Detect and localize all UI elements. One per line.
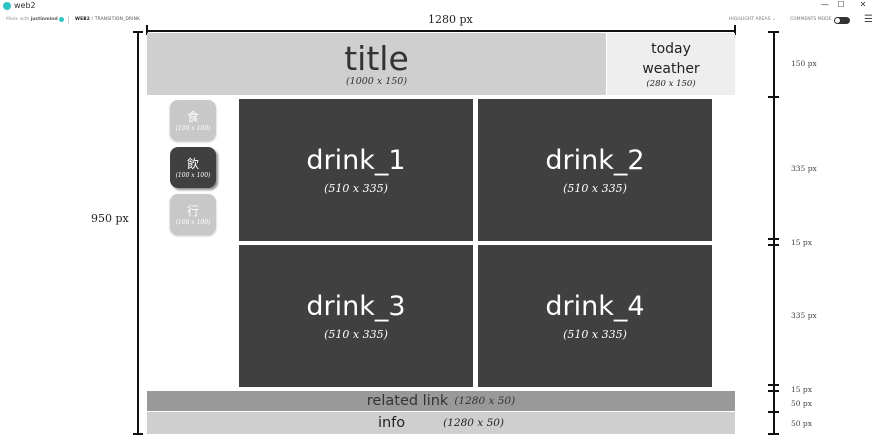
right-dimension-line	[773, 31, 775, 435]
maximize-button[interactable]: ☐	[834, 0, 848, 9]
menu-icon[interactable]: ☰	[864, 15, 873, 25]
title-area: title (1000 x 150)	[147, 33, 606, 95]
nav-food-size: (100 x 100)	[175, 125, 211, 132]
toolbar-divider	[68, 16, 69, 24]
height-dimension-tick-top	[133, 31, 143, 33]
nav-drink-label: 飲	[186, 157, 199, 171]
app-title: web2	[14, 1, 36, 10]
right-tick	[768, 411, 779, 413]
row1-height-label: 335 px	[791, 164, 817, 173]
related-link-bar[interactable]: related link (1280 x 50)	[147, 391, 735, 411]
title-size-label: (1000 x 150)	[345, 75, 408, 87]
right-tick	[768, 31, 779, 33]
drink-2-name: drink_2	[545, 144, 645, 176]
comments-mode-toggle[interactable]	[834, 17, 850, 24]
minimize-button[interactable]: —	[818, 0, 832, 9]
right-tick	[768, 238, 779, 240]
page-title: title	[344, 38, 409, 78]
app-logo-icon	[3, 2, 11, 10]
drink-1-card[interactable]: drink_1 (510 x 335)	[239, 99, 473, 241]
nav-food-button[interactable]: 食 (100 x 100)	[170, 100, 216, 141]
brand-dot-icon	[59, 17, 65, 22]
drink-3-name: drink_3	[306, 290, 406, 322]
breadcrumb-screen: TRANSITION_DRINK	[94, 17, 141, 22]
drink-4-name: drink_4	[545, 290, 645, 322]
weather-title-line2: weather	[642, 61, 700, 77]
weather-size-label: (280 x 150)	[646, 79, 696, 89]
breadcrumb-project[interactable]: WEB2	[75, 17, 90, 22]
height-dimension-line	[137, 31, 139, 435]
width-dimension-label: 1280 px	[428, 13, 473, 26]
header-height-label: 150 px	[791, 59, 817, 68]
drink-1-name: drink_1	[306, 144, 406, 176]
brand-name: justinmind	[30, 17, 58, 22]
nav-travel-label: 行	[186, 204, 199, 218]
drink-4-size: (510 x 335)	[563, 327, 627, 341]
info-bar: info (1280 x 50)	[147, 412, 735, 434]
window-titlebar: web2 — ☐ ✕	[0, 0, 882, 12]
related-link-size: (1280 x 50)	[454, 395, 516, 407]
breadcrumb: WEB2 / TRANSITION_DRINK	[75, 17, 140, 22]
weather-area: today weather (280 x 150)	[607, 33, 735, 95]
right-tick	[768, 384, 779, 386]
weather-title-line1: today	[651, 41, 691, 57]
nav-travel-button[interactable]: 行 (100 x 100)	[170, 194, 216, 235]
right-tick	[768, 433, 779, 435]
drink-3-size: (510 x 335)	[324, 327, 388, 341]
nav-drink-button[interactable]: 飲 (100 x 100)	[170, 147, 216, 188]
highlight-areas-dropdown[interactable]: HIGHLIGHT AREAS ⌄	[729, 17, 776, 22]
height-dimension-tick-bottom	[133, 433, 143, 435]
right-tick	[768, 244, 779, 246]
comments-mode-label: COMMENTS MODE	[790, 17, 832, 22]
drink-2-size: (510 x 335)	[563, 181, 627, 195]
row2-height-label: 335 px	[791, 311, 817, 320]
info-label: info	[377, 415, 406, 431]
height-dimension-label: 950 px	[91, 212, 129, 225]
close-button[interactable]: ✕	[856, 0, 870, 9]
drink-4-card[interactable]: drink_4 (510 x 335)	[478, 245, 712, 387]
related-height-label: 50 px	[791, 399, 812, 408]
nav-food-label: 食	[186, 110, 199, 124]
right-tick	[768, 390, 779, 392]
right-tick	[768, 96, 779, 98]
width-dimension-line	[147, 30, 735, 32]
info-height-label: 50 px	[791, 419, 812, 428]
related-link-label: related link	[366, 393, 449, 409]
made-with-credit[interactable]: Made with justinmind	[6, 17, 65, 22]
info-size: (1280 x 50)	[443, 417, 505, 429]
drink-3-card[interactable]: drink_3 (510 x 335)	[239, 245, 473, 387]
drink-2-card[interactable]: drink_2 (510 x 335)	[478, 99, 712, 241]
gap1-height-label: 15 px	[791, 238, 812, 247]
nav-drink-size: (100 x 100)	[175, 172, 211, 179]
made-with-prefix: Made with	[6, 17, 30, 22]
gap2-height-label: 15 px	[791, 385, 812, 394]
nav-travel-size: (100 x 100)	[175, 219, 211, 226]
drink-1-size: (510 x 335)	[324, 181, 388, 195]
